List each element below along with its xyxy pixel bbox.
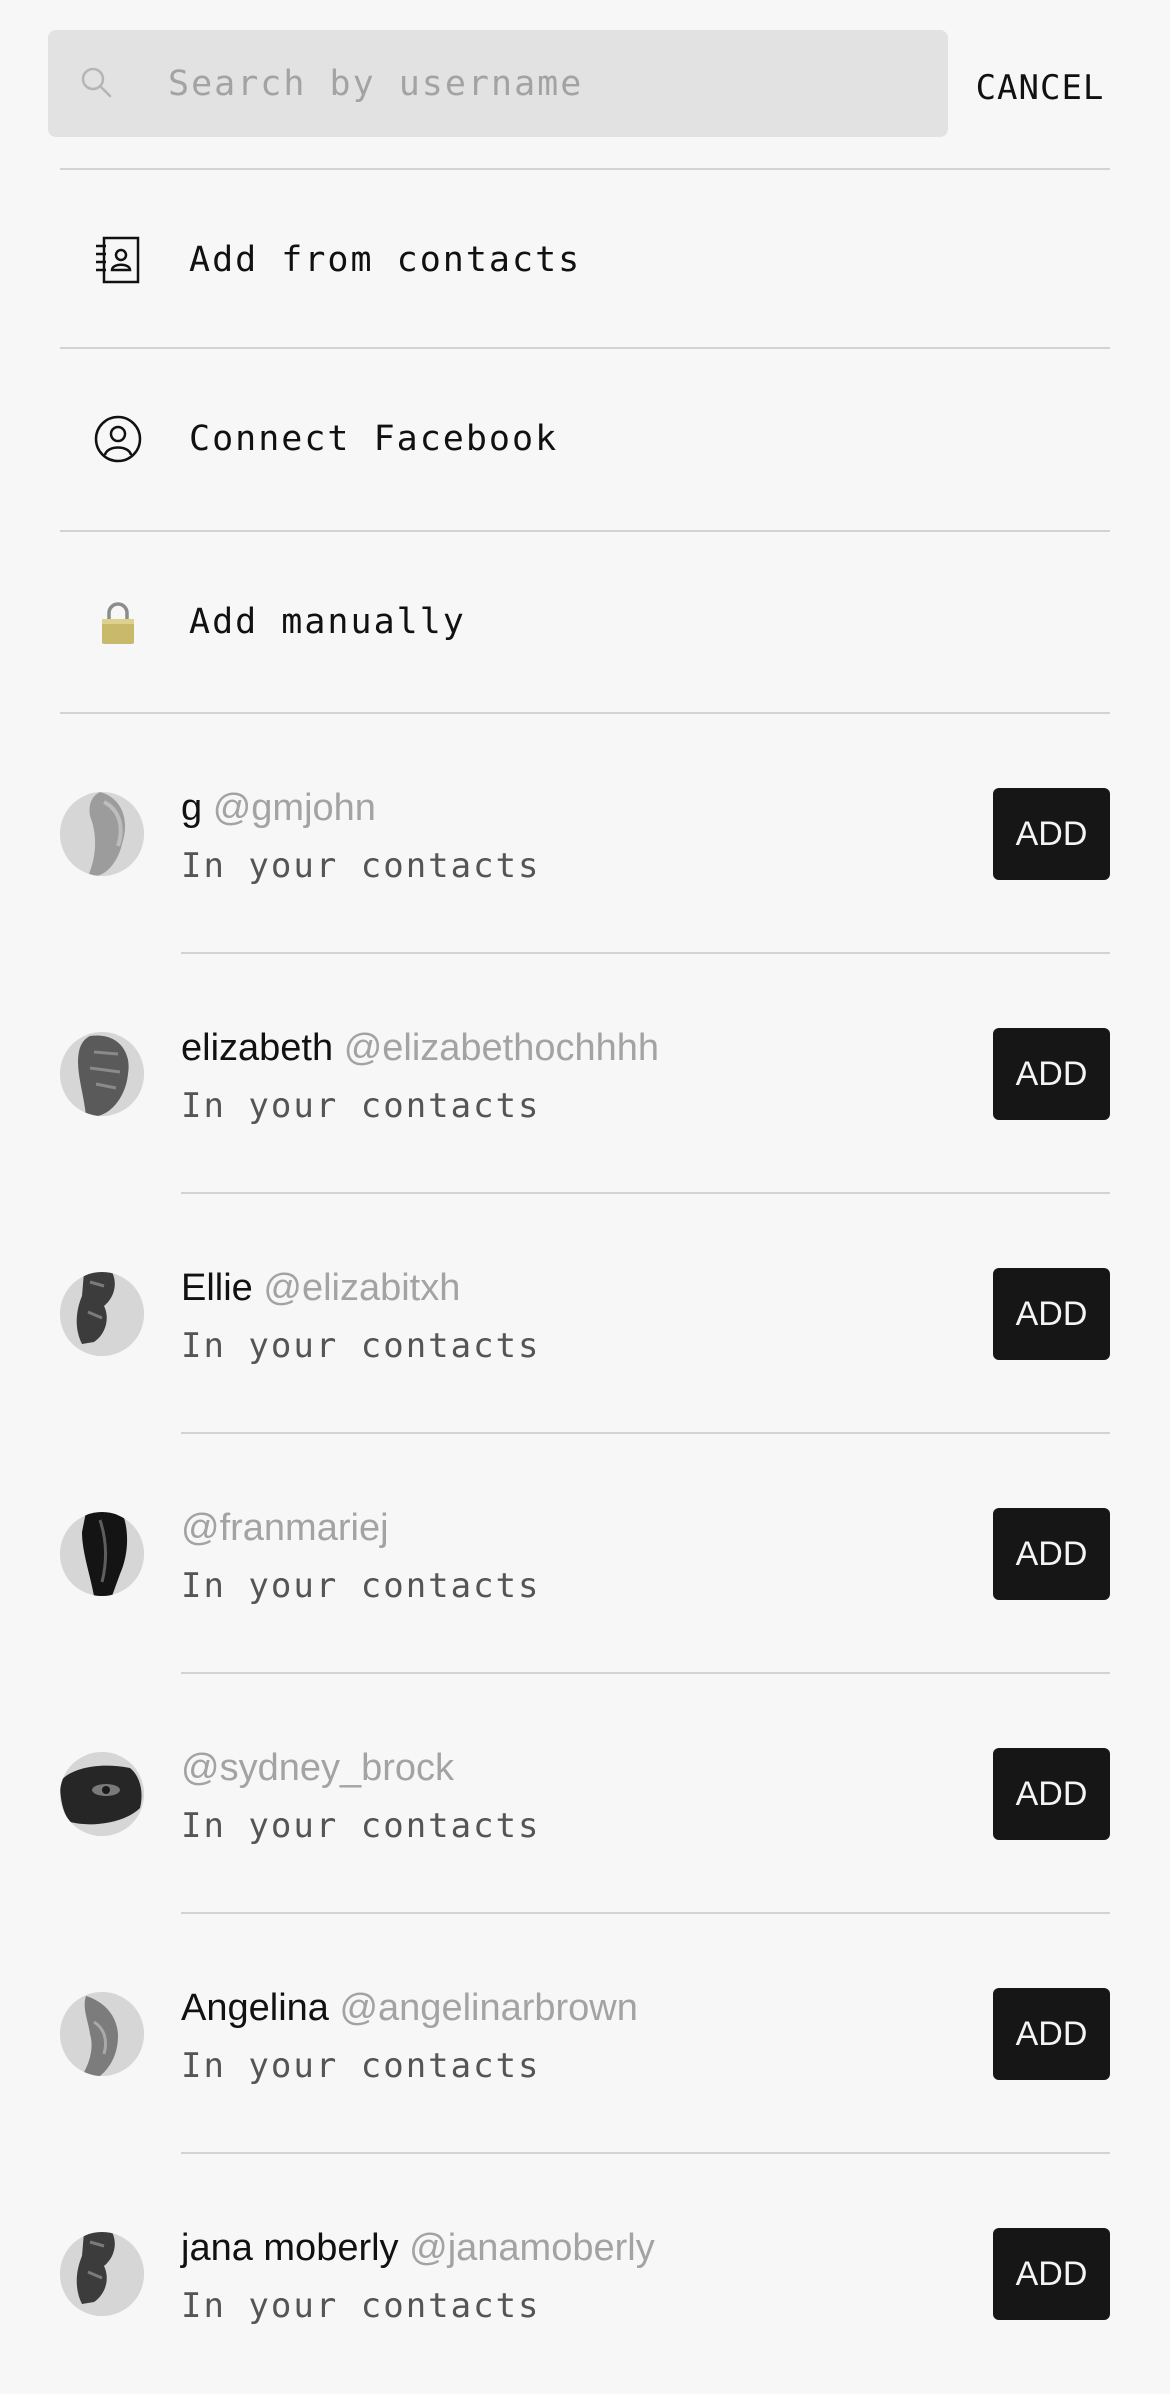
search-bar[interactable] bbox=[48, 30, 948, 137]
display-name: g bbox=[181, 787, 203, 829]
lock-icon bbox=[90, 594, 146, 650]
display-name: elizabeth bbox=[181, 1027, 334, 1069]
add-manually-button[interactable]: Add manually bbox=[60, 532, 1110, 712]
option-label: Add manually bbox=[189, 602, 466, 642]
contact-status: In your contacts bbox=[181, 1326, 541, 1366]
avatar bbox=[60, 2232, 144, 2316]
contact-row: elizabeth @elizabethochhhh In your conta… bbox=[60, 954, 1110, 1194]
username: @gmjohn bbox=[212, 787, 376, 829]
search-input[interactable] bbox=[168, 30, 928, 137]
avatar bbox=[60, 1752, 144, 1836]
username: @sydney_brock bbox=[181, 1747, 455, 1789]
contact-row: @sydney_brock In your contacts ADD bbox=[60, 1674, 1110, 1914]
contact-status: In your contacts bbox=[181, 2286, 541, 2326]
option-label: Add from contacts bbox=[189, 240, 582, 280]
contact-row: @franmariej In your contacts ADD bbox=[60, 1434, 1110, 1674]
add-contact-button[interactable]: ADD bbox=[993, 1028, 1110, 1120]
add-contact-button[interactable]: ADD bbox=[993, 1268, 1110, 1360]
display-name: jana moberly bbox=[181, 2227, 399, 2269]
avatar bbox=[60, 1512, 144, 1596]
username: @elizabethochhhh bbox=[343, 1027, 660, 1069]
contact-row: Ellie @elizabitxh In your contacts ADD bbox=[60, 1194, 1110, 1434]
connect-facebook-button[interactable]: Connect Facebook bbox=[60, 349, 1110, 529]
add-contact-button[interactable]: ADD bbox=[993, 788, 1110, 880]
username: @elizabitxh bbox=[263, 1267, 461, 1309]
contacts-book-icon bbox=[90, 232, 146, 288]
add-contact-button[interactable]: ADD bbox=[993, 2228, 1110, 2320]
add-contact-button[interactable]: ADD bbox=[993, 1748, 1110, 1840]
contact-row: g @gmjohn In your contacts ADD bbox=[60, 714, 1110, 954]
avatar bbox=[60, 1032, 144, 1116]
add-contact-button[interactable]: ADD bbox=[993, 1508, 1110, 1600]
avatar bbox=[60, 1992, 144, 2076]
search-icon bbox=[78, 64, 116, 102]
contact-status: In your contacts bbox=[181, 1086, 541, 1126]
contact-status: In your contacts bbox=[181, 1806, 541, 1846]
display-name: Angelina bbox=[181, 1987, 329, 2029]
contact-row: jana moberly @janamoberly In your contac… bbox=[60, 2154, 1110, 2394]
add-from-contacts-button[interactable]: Add from contacts bbox=[60, 170, 1110, 350]
display-name: Ellie bbox=[181, 1267, 253, 1309]
add-contact-button[interactable]: ADD bbox=[993, 1988, 1110, 2080]
user-circle-icon bbox=[90, 411, 146, 467]
contact-status: In your contacts bbox=[181, 1566, 541, 1606]
username: @angelinarbrown bbox=[339, 1987, 638, 2029]
contact-status: In your contacts bbox=[181, 2046, 541, 2086]
username: @janamoberly bbox=[409, 2227, 655, 2269]
cancel-button[interactable]: CANCEL bbox=[970, 58, 1110, 118]
username: @franmariej bbox=[181, 1507, 389, 1549]
option-label: Connect Facebook bbox=[189, 419, 559, 459]
contact-status: In your contacts bbox=[181, 846, 541, 886]
avatar bbox=[60, 1272, 144, 1356]
contact-row: Angelina @angelinarbrown In your contact… bbox=[60, 1914, 1110, 2154]
avatar bbox=[60, 792, 144, 876]
